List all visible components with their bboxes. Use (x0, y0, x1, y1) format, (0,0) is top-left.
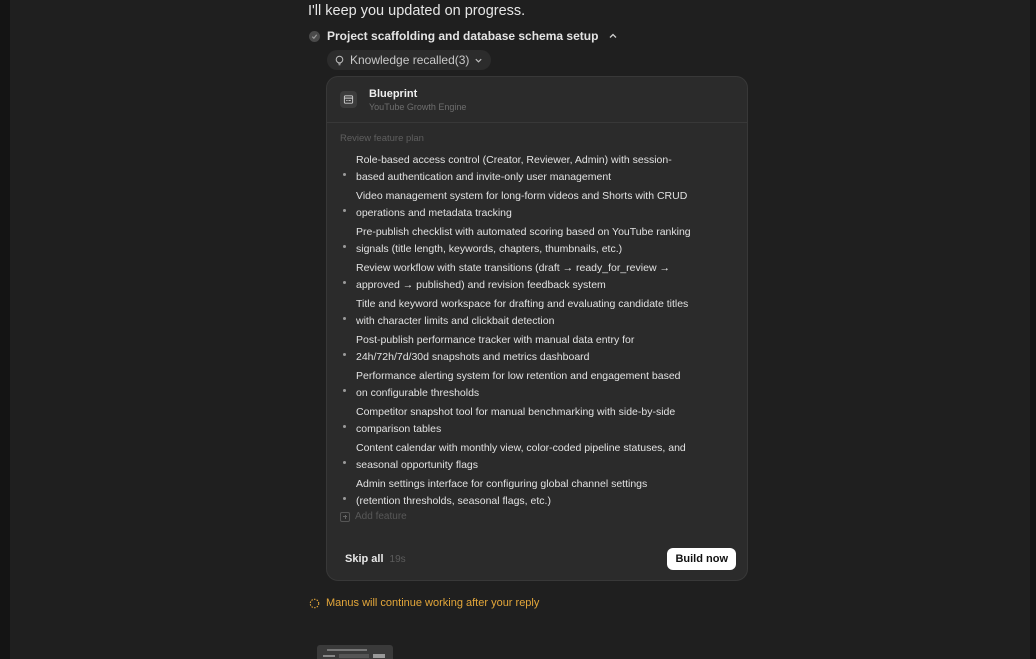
feature-text: Admin settings interface for configuring… (356, 478, 648, 507)
knowledge-recalled-toggle[interactable]: Knowledge recalled(3) (327, 50, 492, 70)
bullet-icon (343, 317, 346, 320)
section-label: Review feature plan (340, 133, 424, 144)
feature-item[interactable]: Competitor snapshot tool for manual benc… (342, 403, 692, 439)
feature-item[interactable]: Pre-publish checklist with automated sco… (342, 223, 692, 259)
bullet-icon (343, 173, 346, 176)
blueprint-icon (340, 91, 357, 108)
skip-all-button[interactable]: Skip all 19s (337, 548, 414, 570)
feature-text: Performance alerting system for low rete… (356, 370, 681, 399)
working-status: Manus will continue working after your r… (309, 597, 539, 609)
feature-item[interactable]: Post-publish performance tracker with ma… (342, 331, 692, 367)
chat-page: I'll keep you updated on progress. Proje… (0, 0, 1036, 659)
blueprint-card: Blueprint YouTube Growth Engine Review f… (326, 76, 748, 581)
bullet-icon (343, 497, 346, 500)
feature-text: Video management system for long-form vi… (356, 190, 688, 219)
feature-text: Pre-publish checklist with automated sco… (356, 226, 691, 255)
feature-text: Competitor snapshot tool for manual benc… (356, 406, 676, 435)
task-row[interactable]: Project scaffolding and database schema … (309, 29, 618, 43)
feature-text: Title and keyword workspace for drafting… (356, 298, 689, 327)
add-feature-label: Add feature (355, 511, 407, 522)
add-feature-button[interactable]: Add feature (340, 511, 407, 522)
feature-item[interactable]: Review workflow with state transitions (… (342, 259, 692, 295)
card-header: Blueprint YouTube Growth Engine (327, 77, 747, 123)
feature-item[interactable]: Role-based access control (Creator, Revi… (342, 151, 692, 187)
feature-list: Role-based access control (Creator, Revi… (342, 151, 692, 511)
card-subtitle: YouTube Growth Engine (369, 102, 467, 112)
feature-item[interactable]: Content calendar with monthly view, colo… (342, 439, 692, 475)
chevron-up-icon[interactable] (608, 31, 618, 41)
feature-item[interactable]: Admin settings interface for configuring… (342, 475, 692, 511)
attachment-thumbnail[interactable] (317, 645, 393, 659)
chevron-down-icon (475, 58, 483, 63)
feature-item[interactable]: Performance alerting system for low rete… (342, 367, 692, 403)
check-circle-icon (309, 30, 320, 42)
plus-square-icon (340, 511, 350, 522)
feature-item[interactable]: Title and keyword workspace for drafting… (342, 295, 692, 331)
bullet-icon (343, 389, 346, 392)
feature-text: Post-publish performance tracker with ma… (356, 334, 635, 363)
feature-text: Role-based access control (Creator, Revi… (356, 154, 672, 183)
feature-text: Content calendar with monthly view, colo… (356, 442, 686, 471)
bullet-icon (343, 353, 346, 356)
build-now-button[interactable]: Build now (667, 548, 736, 570)
feature-text: Review workflow with state transitions (… (356, 262, 670, 291)
right-gutter (1030, 0, 1036, 659)
task-title: Project scaffolding and database schema … (327, 29, 599, 43)
working-status-text: Manus will continue working after your r… (326, 597, 540, 609)
feature-item[interactable]: Video management system for long-form vi… (342, 187, 692, 223)
skip-all-label: Skip all (345, 553, 384, 565)
bullet-icon (343, 245, 346, 248)
lightbulb-icon (335, 55, 344, 65)
assistant-message-text: I'll keep you updated on progress. (308, 3, 526, 19)
spinner-icon (309, 598, 320, 608)
skip-timer: 19s (389, 553, 406, 565)
knowledge-label: Knowledge recalled(3) (350, 53, 470, 67)
left-gutter (0, 0, 10, 659)
bullet-icon (343, 425, 346, 428)
bullet-icon (343, 209, 346, 212)
bullet-icon (343, 281, 346, 284)
bullet-icon (343, 461, 346, 464)
card-title: Blueprint (369, 88, 418, 100)
